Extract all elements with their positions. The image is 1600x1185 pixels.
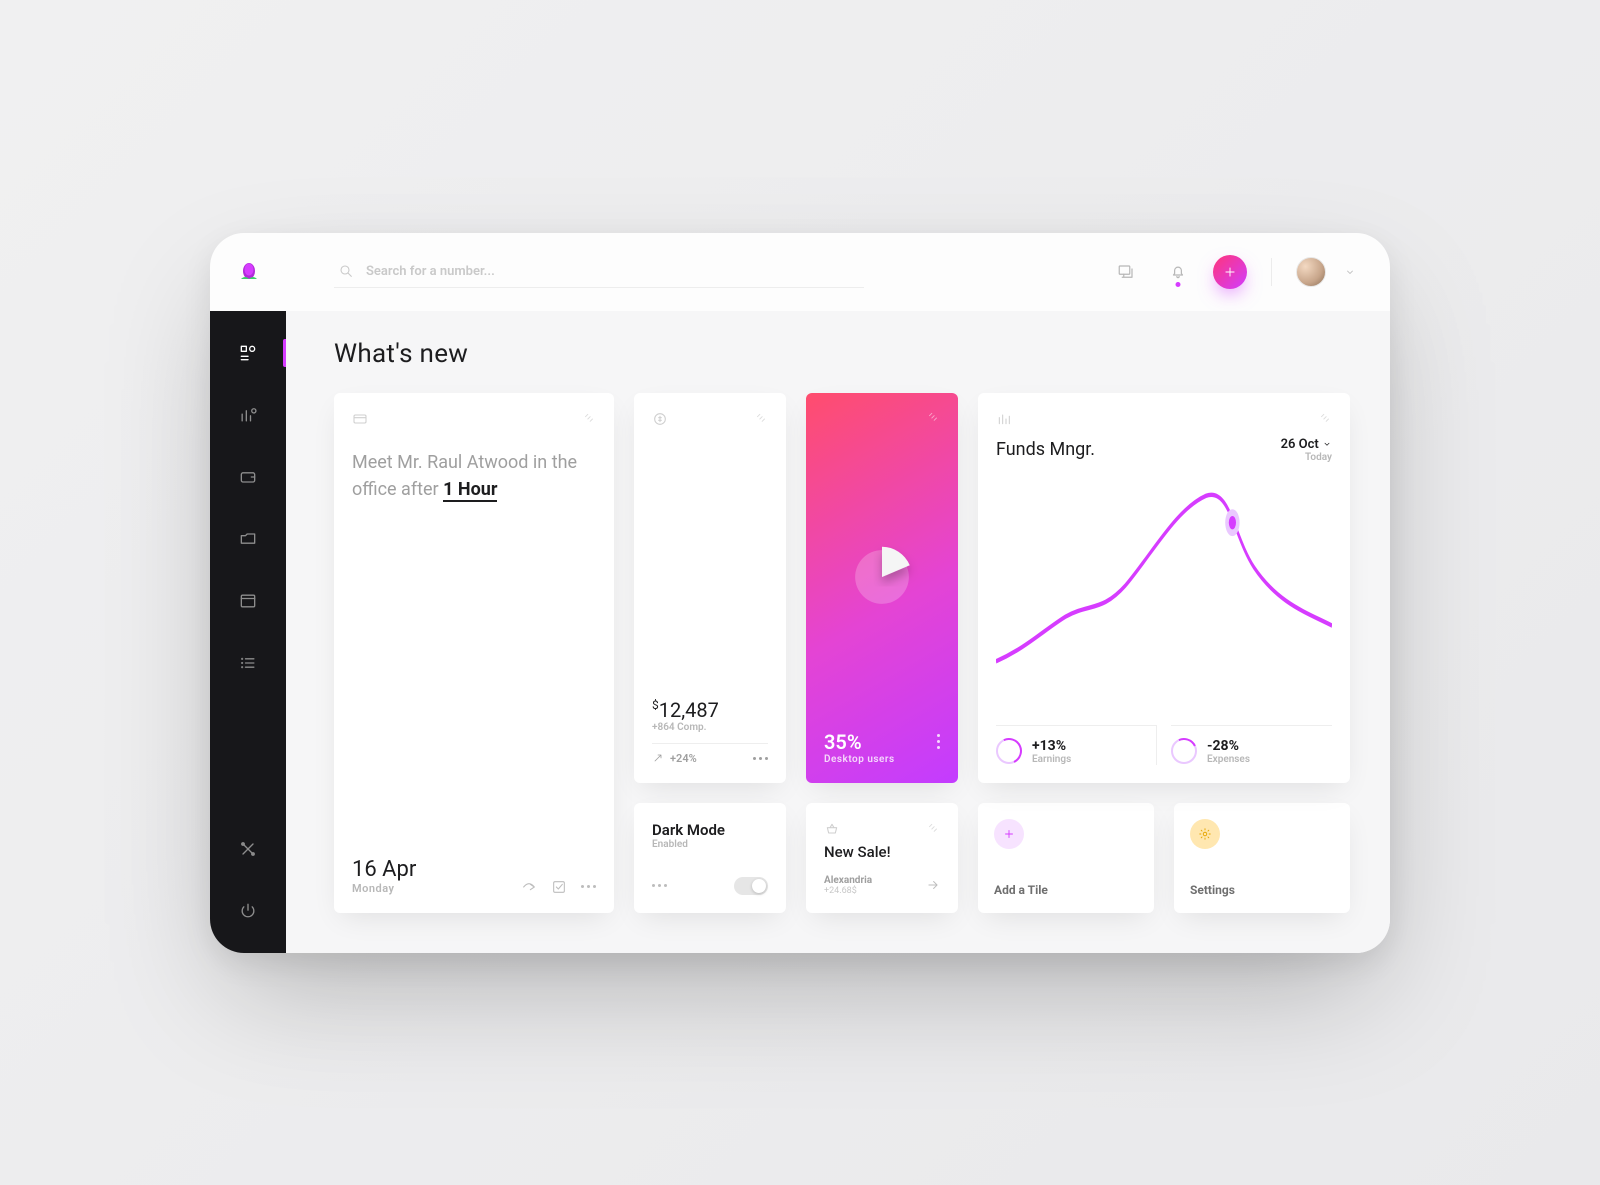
more-icon[interactable]: [581, 885, 596, 888]
more-icon[interactable]: [652, 884, 667, 887]
earnings-value: +13%: [1032, 738, 1071, 754]
bell-icon: [1169, 263, 1187, 281]
sidebar-item-analytics[interactable]: [210, 395, 286, 435]
sidebar-item-wallet[interactable]: [210, 457, 286, 497]
revenue-amount: $12,487: [652, 698, 768, 722]
dark-mode-card[interactable]: Dark Mode Enabled: [634, 803, 786, 913]
divider: [1271, 258, 1272, 286]
drag-handle-icon[interactable]: [582, 412, 596, 426]
more-icon[interactable]: [937, 734, 940, 749]
drag-handle-icon[interactable]: [926, 822, 940, 836]
pie-label: Desktop users: [824, 754, 940, 765]
power-icon: [238, 901, 258, 921]
basket-icon: [824, 821, 840, 837]
settings-tile-button[interactable]: Settings: [1174, 803, 1350, 913]
meeting-date: 16 Apr: [352, 857, 416, 882]
avatar[interactable]: [1296, 257, 1326, 287]
plus-circle-icon: [994, 819, 1024, 849]
checkbox-icon[interactable]: [551, 879, 567, 895]
dark-mode-state: Enabled: [652, 839, 768, 850]
window-icon: [238, 591, 258, 611]
add-tile-label: Add a Tile: [994, 883, 1138, 897]
new-button[interactable]: [1213, 255, 1247, 289]
search-input[interactable]: Search for a number...: [334, 255, 864, 288]
drag-handle-icon[interactable]: [926, 411, 940, 425]
meeting-card[interactable]: Meet Mr. Raul Atwood in the office after…: [334, 393, 614, 913]
drag-handle-icon[interactable]: [754, 412, 768, 426]
notifications-button[interactable]: [1161, 255, 1195, 289]
trend-up-icon: [652, 752, 664, 764]
desktop-users-card[interactable]: 35% Desktop users: [806, 393, 958, 783]
funds-date-picker[interactable]: 26 Oct Today: [1281, 437, 1332, 463]
sidebar-item-window[interactable]: [210, 581, 286, 621]
chat-icon: [1117, 263, 1135, 281]
meeting-emphasis: 1 Hour: [443, 479, 497, 502]
share-icon[interactable]: [521, 879, 537, 895]
analytics-icon: [238, 405, 258, 425]
plus-icon: [1223, 265, 1237, 279]
chevron-down-icon[interactable]: [1344, 266, 1356, 278]
tools-icon: [238, 839, 258, 859]
list-icon: [238, 653, 258, 673]
currency-icon: [652, 411, 668, 427]
revenue-card[interactable]: $12,487 +864 Comp. +24%: [634, 393, 786, 783]
add-tile-button[interactable]: Add a Tile: [978, 803, 1154, 913]
sale-title: New Sale!: [824, 843, 940, 861]
search-placeholder: Search for a number...: [366, 264, 495, 279]
funds-title: Funds Mngr.: [996, 439, 1095, 460]
meeting-day: Monday: [352, 882, 416, 895]
funds-card[interactable]: Funds Mngr. 26 Oct Today: [978, 393, 1350, 783]
more-icon[interactable]: [753, 757, 768, 760]
app-window: Search for a number...: [210, 233, 1390, 953]
bars-icon: [996, 411, 1012, 427]
expenses-label: Expenses: [1207, 754, 1250, 765]
card-icon: [352, 411, 368, 427]
drag-handle-icon[interactable]: [1318, 412, 1332, 426]
arrow-right-icon[interactable]: [926, 878, 940, 892]
search-icon: [338, 263, 354, 279]
sale-amount: +24.68$: [824, 886, 872, 896]
topbar: Search for a number...: [210, 233, 1390, 311]
chevron-down-icon: [1322, 439, 1332, 449]
sidebar-item-list[interactable]: [210, 643, 286, 683]
dashboard-icon: [238, 343, 258, 363]
dark-mode-title: Dark Mode: [652, 821, 768, 839]
dark-mode-toggle[interactable]: [734, 877, 768, 895]
sidebar-item-files[interactable]: [210, 519, 286, 559]
notification-dot: [1176, 282, 1181, 287]
page-title: What's new: [334, 339, 1350, 369]
earnings-stat: +13% Earnings: [996, 725, 1157, 765]
settings-tile-label: Settings: [1190, 883, 1334, 897]
expenses-value: -28%: [1207, 738, 1250, 754]
messages-button[interactable]: [1109, 255, 1143, 289]
sidebar-item-tools[interactable]: [210, 829, 286, 869]
ring-chart-icon: [1171, 738, 1197, 764]
wallet-icon: [238, 467, 258, 487]
pie-value: 35%: [824, 730, 862, 754]
funds-line-chart: [996, 469, 1332, 715]
sidebar-item-power[interactable]: [210, 891, 286, 931]
sidebar-item-dashboard[interactable]: [210, 333, 286, 373]
sale-location: Alexandria: [824, 875, 872, 886]
main-content: What's new Meet Mr. Raul Atwood in the o…: [286, 311, 1390, 953]
pie-chart: [824, 425, 940, 730]
revenue-trend: +24%: [670, 752, 697, 765]
ring-chart-icon: [996, 738, 1022, 764]
folder-icon: [238, 529, 258, 549]
gear-icon: [1190, 819, 1220, 849]
app-logo[interactable]: [232, 255, 266, 289]
earnings-label: Earnings: [1032, 754, 1071, 765]
expenses-stat: -28% Expenses: [1171, 725, 1332, 765]
revenue-subline: +864 Comp.: [652, 722, 768, 733]
meeting-message: Meet Mr. Raul Atwood in the office after…: [352, 449, 596, 503]
new-sale-card[interactable]: New Sale! Alexandria +24.68$: [806, 803, 958, 913]
sidebar: [210, 311, 286, 953]
